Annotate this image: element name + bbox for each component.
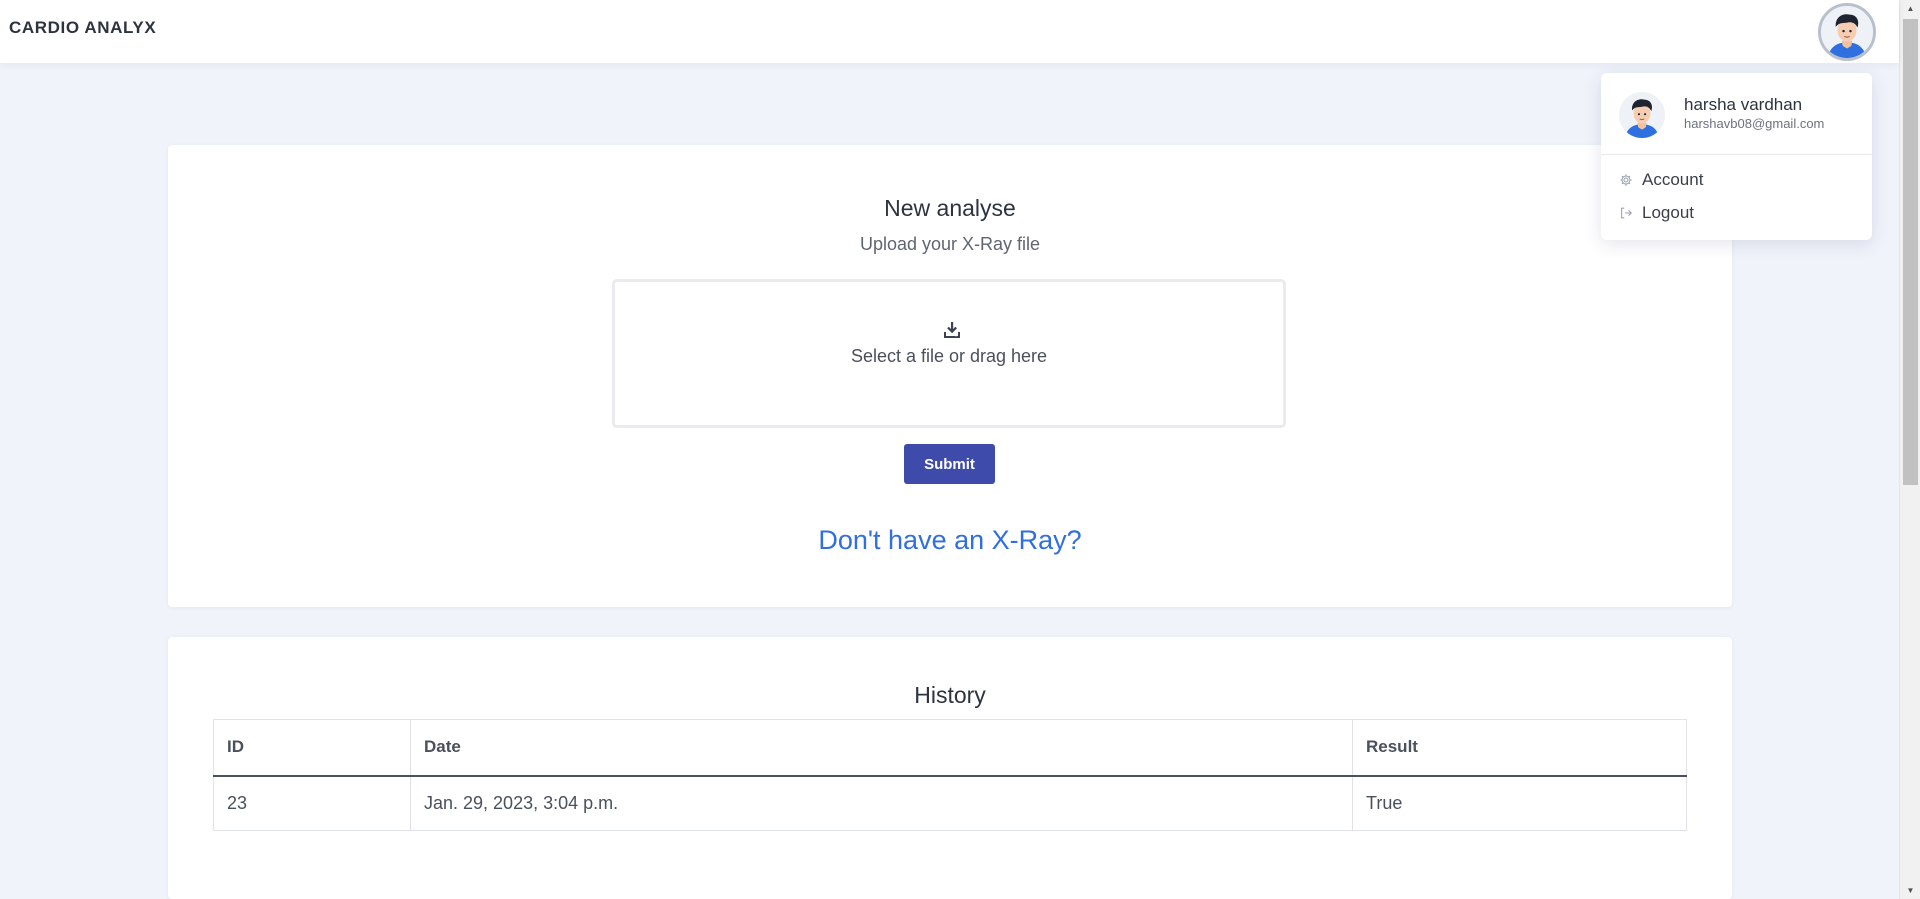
history-card: History ID Date Result 23 Jan. 29, 2023,…	[168, 637, 1732, 899]
scrollbar-thumb[interactable]	[1903, 19, 1918, 485]
no-xray-link[interactable]: Don't have an X-Ray?	[168, 525, 1732, 556]
dropzone-text: Select a file or drag here	[850, 346, 1048, 366]
submit-button[interactable]: Submit	[904, 444, 995, 484]
new-analysis-card: New analyse Upload your X-Ray file Selec…	[168, 145, 1732, 607]
dropdown-avatar	[1619, 92, 1665, 138]
menu-divider	[1601, 154, 1872, 155]
gear-icon	[1619, 173, 1633, 187]
logout-icon	[1619, 206, 1633, 220]
user-name: harsha vardhan	[1684, 95, 1803, 114]
column-header-id: ID	[213, 719, 411, 777]
menu-item-label: Account	[1642, 170, 1704, 189]
column-header-date: Date	[410, 719, 1353, 777]
user-avatar-icon	[1821, 6, 1873, 58]
menu-item-account[interactable]: Account	[1619, 168, 1703, 192]
user-email: harshavb08@gmail.com	[1684, 116, 1825, 131]
brand-logo-text[interactable]: CARDIO ANALYX	[9, 18, 156, 38]
download-tray-icon	[942, 320, 962, 340]
account-dropdown-menu: harsha vardhan harshavb08@gmail.com Acco…	[1601, 73, 1872, 240]
upload-subtitle: Upload your X-Ray file	[859, 234, 1041, 254]
cell-id: 23	[213, 775, 411, 831]
menu-item-logout[interactable]: Logout	[1619, 201, 1694, 225]
table-row[interactable]: 23 Jan. 29, 2023, 3:04 p.m. True	[213, 775, 1687, 831]
history-title: History	[914, 682, 986, 708]
top-navbar: CARDIO ANALYX	[0, 0, 1899, 63]
cell-date: Jan. 29, 2023, 3:04 p.m.	[410, 775, 1353, 831]
history-table: ID Date Result 23 Jan. 29, 2023, 3:04 p.…	[213, 719, 1687, 831]
table-header-row: ID Date Result	[213, 719, 1687, 777]
user-avatar-icon	[1619, 92, 1665, 138]
scroll-down-arrow-icon[interactable]: ▼	[1900, 882, 1920, 899]
scroll-up-arrow-icon[interactable]: ▲	[1900, 0, 1920, 17]
new-analysis-title: New analyse	[884, 195, 1016, 221]
user-avatar-button[interactable]	[1818, 3, 1876, 61]
menu-item-label: Logout	[1642, 203, 1694, 222]
column-header-result: Result	[1352, 719, 1687, 777]
page-scrollbar[interactable]: ▲ ▼	[1899, 0, 1920, 899]
file-dropzone[interactable]: Select a file or drag here	[612, 279, 1286, 428]
cell-result: True	[1352, 775, 1687, 831]
